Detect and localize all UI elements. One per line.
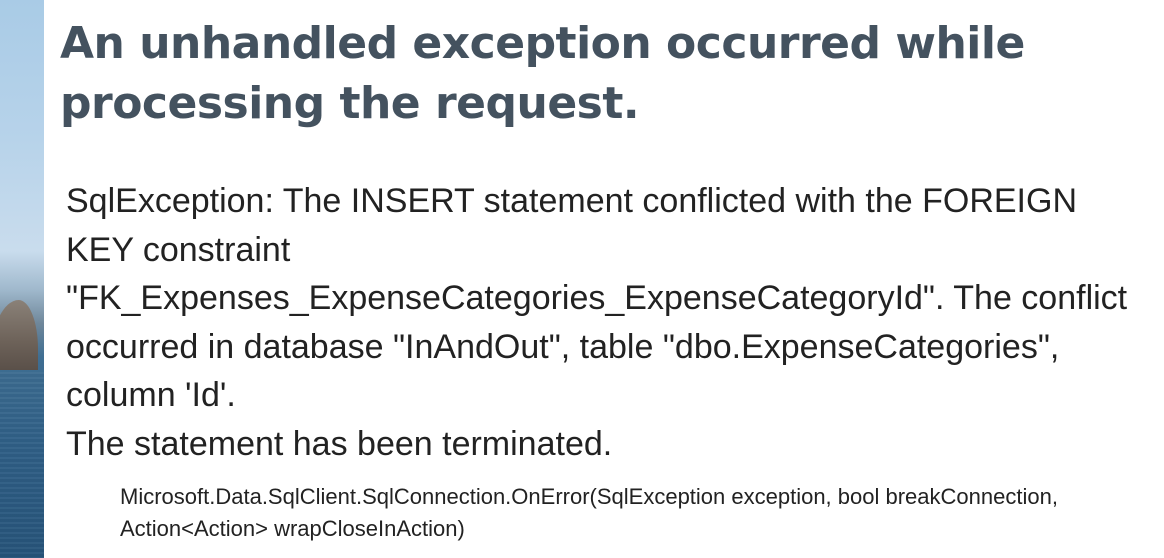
browser-page-content: An unhandled exception occurred while pr… xyxy=(44,0,1164,558)
wallpaper-water xyxy=(0,372,44,558)
error-title: An unhandled exception occurred while pr… xyxy=(60,18,1025,129)
stack-frame[interactable]: Microsoft.Data.SqlClient.SqlConnection.O… xyxy=(120,481,1080,545)
wallpaper-island xyxy=(0,300,38,370)
screen: An unhandled exception occurred while pr… xyxy=(0,0,1164,558)
exception-message: SqlException: The INSERT statement confl… xyxy=(66,182,1128,463)
desktop-wallpaper xyxy=(0,0,44,558)
